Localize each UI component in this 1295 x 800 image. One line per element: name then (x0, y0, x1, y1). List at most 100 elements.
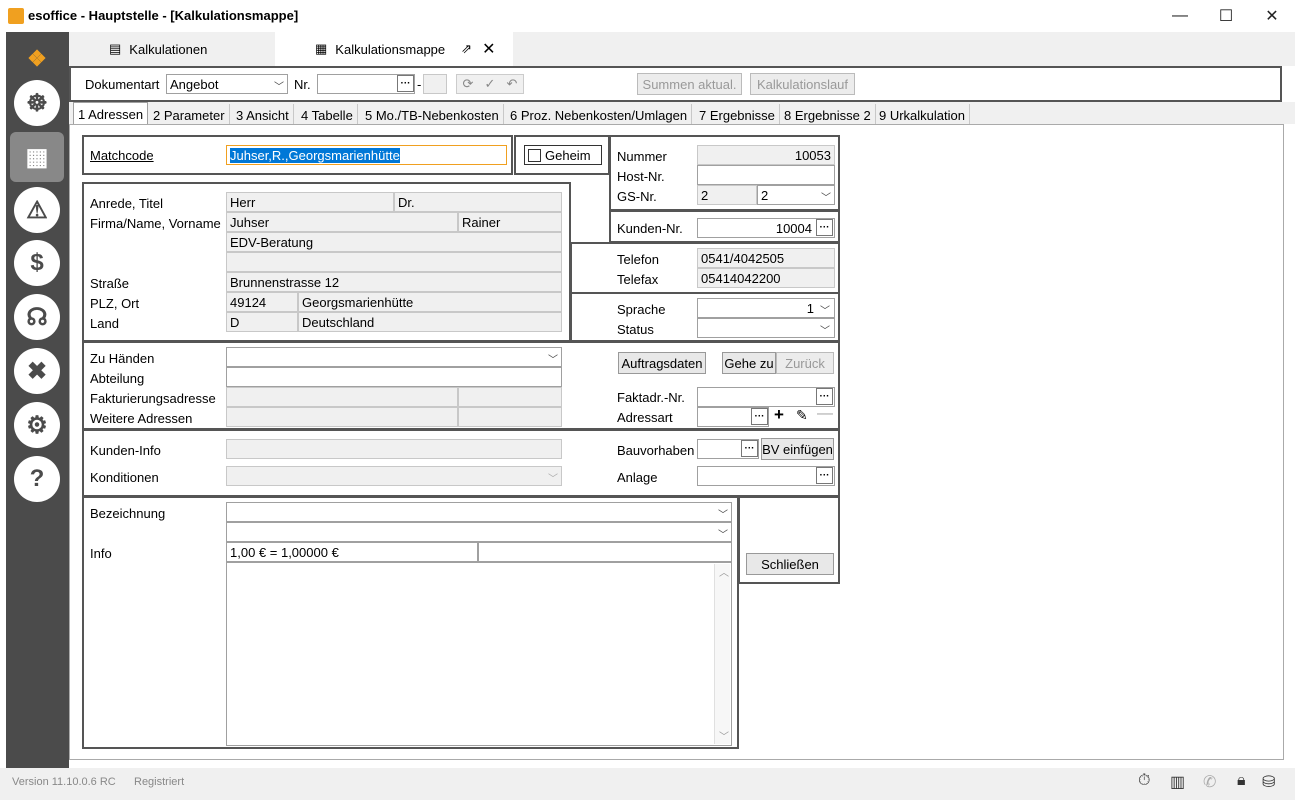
add-icon[interactable]: + (774, 405, 784, 425)
tab-parameter[interactable]: 2 Parameter (149, 104, 230, 126)
geheim-box: Geheim (514, 135, 610, 175)
strasse-field[interactable]: Brunnenstrasse 12 (226, 272, 562, 292)
ort-field[interactable]: Georgsmarienhütte (298, 292, 562, 312)
vorname-field[interactable]: Rainer (458, 212, 562, 232)
kalkulationslauf-button[interactable]: Kalkulationslauf (750, 73, 855, 95)
database-icon[interactable]: ⛁ (1262, 772, 1275, 792)
konditionen-select[interactable] (226, 466, 562, 486)
tab-kalkulationen[interactable]: ▤ Kalkulationen (109, 32, 207, 66)
money-icon[interactable]: $ (14, 240, 60, 286)
tab-ansicht[interactable]: 3 Ansicht (232, 104, 294, 126)
matchcode-box: Matchcode Juhser,R.,Georgsmarienhütte (82, 135, 513, 175)
adressart-lookup-button[interactable]: ··· (751, 408, 768, 425)
alarm-icon[interactable]: ⚠ (14, 187, 60, 233)
scroll-down-icon[interactable]: ﹀ (719, 728, 729, 743)
subtabs: 1 Adressen 2 Parameter 3 Ansicht 4 Tabel… (69, 102, 1295, 126)
building-icon[interactable]: ▥ (1170, 772, 1185, 792)
plz-field[interactable]: 49124 (226, 292, 298, 312)
tools-icon[interactable]: ✖ (14, 348, 60, 394)
nr-lookup-button[interactable]: ··· (397, 75, 414, 92)
dokumentart-select[interactable]: Angebot (166, 74, 288, 94)
abteilung-label: Abteilung (90, 371, 145, 386)
tab-kalkulationsmappe[interactable]: ▦ Kalkulationsmappe ⇗ ✕ (275, 32, 513, 66)
matchcode-input[interactable]: Juhser,R.,Georgsmarienhütte (226, 145, 507, 165)
maximize-button[interactable]: ☐ (1203, 0, 1249, 32)
check-icon[interactable]: ✓ (485, 76, 496, 92)
host-input[interactable] (697, 165, 835, 185)
scrollbar[interactable]: ︿ ﹀ (714, 564, 730, 744)
dokumentart-label: Dokumentart (85, 77, 160, 92)
faktadr-lookup-button[interactable]: ··· (816, 388, 833, 405)
auftragsdaten-button[interactable]: Auftragsdaten (618, 352, 706, 374)
edit-icon[interactable]: ✎ (796, 407, 808, 424)
status-label: Status (617, 322, 654, 337)
titel-field[interactable]: Dr. (394, 192, 562, 212)
undo-icon[interactable]: ↶ (507, 76, 518, 92)
bezeichnung-select-2[interactable] (226, 522, 732, 542)
popout-icon[interactable]: ⇗ (461, 41, 472, 57)
tab-ergebnisse-2[interactable]: 8 Ergebnisse 2 (780, 104, 876, 126)
version-text: Version 11.10.0.6 RC (12, 776, 116, 788)
abteilung-input[interactable] (226, 367, 562, 387)
kunden-lookup-button[interactable]: ··· (816, 219, 833, 236)
tab-ergebnisse[interactable]: 7 Ergebnisse (695, 104, 780, 126)
tab-nebenkosten[interactable]: 5 Mo./TB-Nebenkosten (361, 104, 504, 126)
adressart-label: Adressart (617, 410, 673, 425)
anrede-field[interactable]: Herr (226, 192, 394, 212)
settings-icon[interactable]: ⚙ (14, 402, 60, 448)
refresh-icon[interactable]: ⟳ (463, 76, 474, 92)
sprache-select[interactable]: 1 (697, 298, 835, 318)
info-field-2[interactable] (478, 542, 732, 562)
bv-einfuegen-button[interactable]: BV einfügen (761, 438, 834, 460)
stopwatch-icon[interactable]: ⏱ (1138, 772, 1150, 790)
zuhaenden-select[interactable] (226, 347, 562, 367)
close-window-button[interactable]: ✕ (1249, 0, 1295, 32)
kunden-input[interactable]: 10004 (697, 218, 835, 238)
anlage-input[interactable] (697, 466, 835, 486)
zurueck-button[interactable]: Zurück (776, 352, 834, 374)
firma2-field[interactable]: EDV-Beratung (226, 232, 562, 252)
calculator-icon[interactable]: ▦ (10, 132, 64, 182)
tab-proz-nebenkosten[interactable]: 6 Proz. Nebenkosten/Umlagen (506, 104, 693, 126)
status-bar: Version 11.10.0.6 RC Registriert (0, 768, 1295, 800)
faktadr-nr-input[interactable] (697, 387, 835, 407)
sprache-box: Sprache 1 ﹀ Status ﹀ (570, 292, 840, 342)
schliessen-button[interactable]: Schließen (746, 553, 834, 575)
weitere-adressen-label: Weitere Adressen (90, 411, 193, 426)
fakturierungsadresse-field (226, 387, 458, 407)
summen-aktual-button[interactable]: Summen aktual. (637, 73, 742, 95)
headset-icon[interactable]: ☊ (14, 294, 60, 340)
logo-icon[interactable]: ❖ (14, 36, 60, 82)
firma3-field[interactable] (226, 252, 562, 272)
close-icon[interactable]: ✕ (482, 39, 495, 59)
telefon-field[interactable]: 0541/4042505 (697, 248, 835, 268)
geheim-checkbox[interactable]: Geheim (524, 145, 602, 165)
telefon-label: Telefon (617, 252, 659, 267)
gehe-zu-button[interactable]: Gehe zu (722, 352, 776, 374)
info-textarea[interactable] (226, 562, 732, 746)
action-group: ⟳ ✓ ↶ (456, 74, 524, 94)
land-field[interactable]: Deutschland (298, 312, 562, 332)
bezeichnung-select-1[interactable] (226, 502, 732, 522)
help-icon[interactable]: ? (14, 456, 60, 502)
scroll-up-icon[interactable]: ︿ (719, 564, 729, 579)
telefax-field[interactable]: 05414042200 (697, 268, 835, 288)
bezeichnung-label: Bezeichnung (90, 506, 166, 521)
numbers-box: Nummer 10053 Host-Nr. GS-Nr. 2 2 ﹀ (609, 135, 840, 211)
tab-adressen[interactable]: 1 Adressen (73, 102, 149, 126)
lock-icon[interactable]: 🔒︎ (1237, 772, 1246, 790)
tab-urkalkulation[interactable]: 9 Urkalkulation (875, 104, 970, 126)
info-field[interactable]: 1,00 € = 1,00000 € (226, 542, 478, 562)
phone-icon[interactable]: ✆ (1203, 772, 1216, 792)
nr-suffix-input[interactable] (423, 74, 447, 94)
helm-icon[interactable]: ☸ (14, 80, 60, 126)
remove-icon[interactable]: — (817, 405, 833, 423)
anlage-lookup-button[interactable]: ··· (816, 467, 833, 484)
minimize-button[interactable]: — (1157, 0, 1203, 32)
status-select[interactable] (697, 318, 835, 338)
kundeninfo-field[interactable] (226, 439, 562, 459)
tab-tabelle[interactable]: 4 Tabelle (297, 104, 358, 126)
bauvorhaben-lookup-button[interactable]: ··· (741, 440, 758, 457)
name-field[interactable]: Juhser (226, 212, 458, 232)
land-code-field[interactable]: D (226, 312, 298, 332)
